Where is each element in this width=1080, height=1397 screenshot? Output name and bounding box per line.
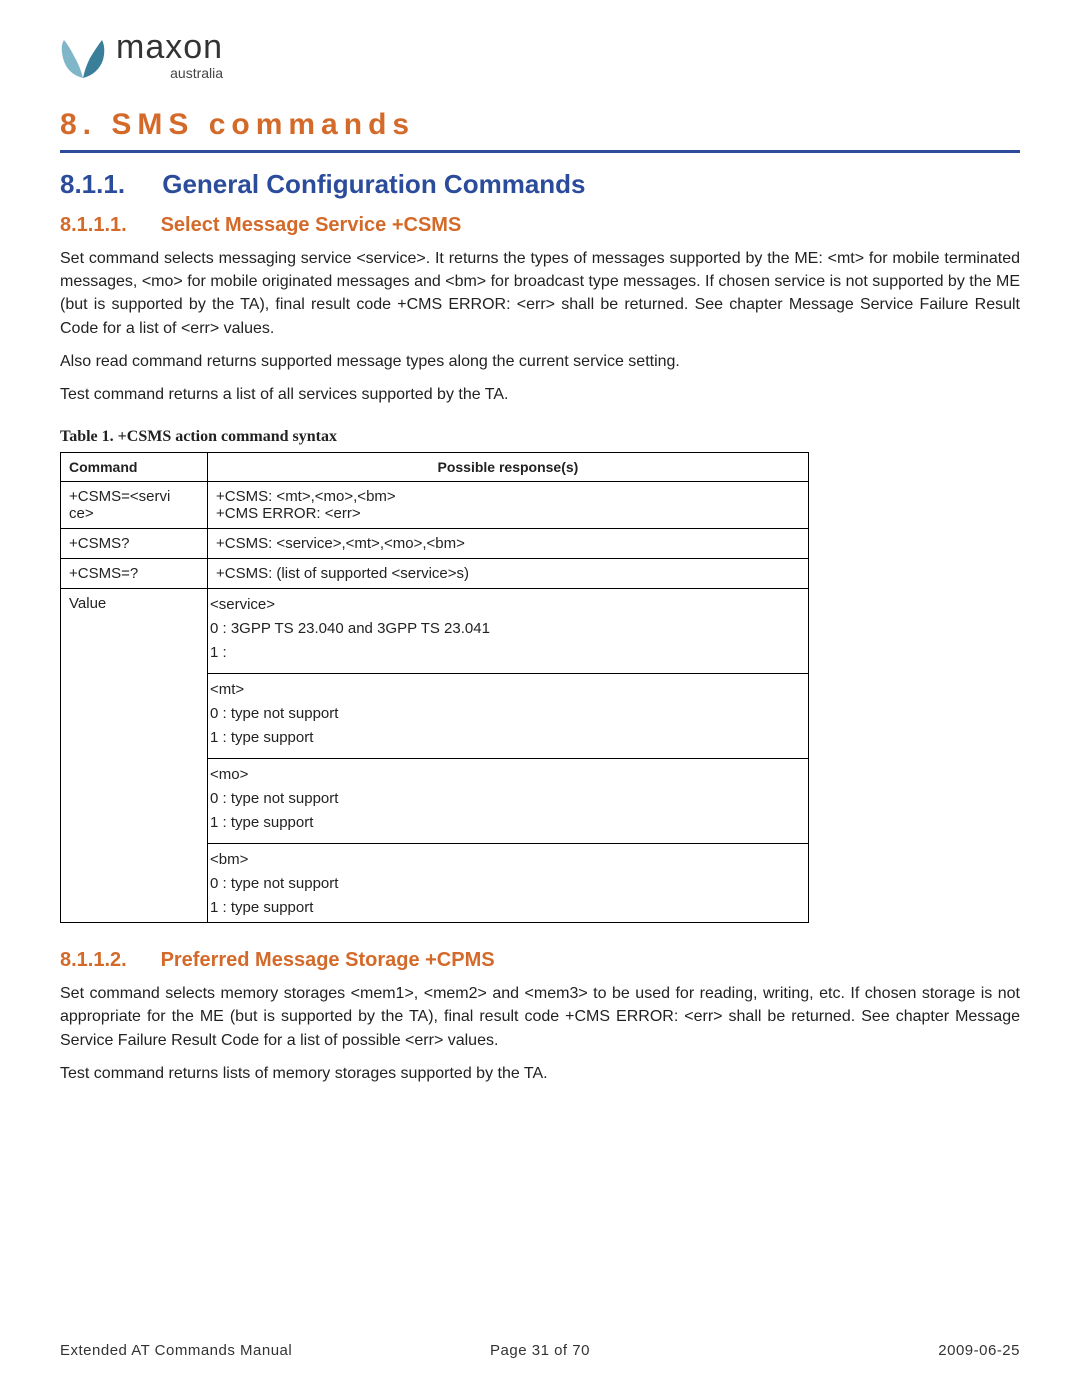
h3a-text: Select Message Service +CSMS: [161, 214, 462, 236]
cell-command: Value: [61, 589, 208, 923]
h3b-number: 8.1.1.2.: [60, 949, 155, 972]
footer-center: Page 31 of 70: [60, 1342, 1020, 1359]
h2-number: 8.1.1.: [60, 169, 155, 200]
cell-command: +CSMS=<servi ce>: [61, 482, 208, 529]
heading-rule: [60, 150, 1020, 153]
subsubsection-heading: 8.1.1.2. Preferred Message Storage +CPMS: [60, 949, 1020, 972]
logo-brand: maxon: [116, 30, 223, 64]
maxon-logo-icon: [60, 38, 106, 80]
cell-command: +CSMS=?: [61, 559, 208, 589]
table-row: +CSMS=? +CSMS: (list of supported <servi…: [61, 559, 809, 589]
table-caption: Table 1. +CSMS action command syntax: [60, 428, 1020, 446]
table-row: +CSMS=<servi ce> +CSMS: <mt>,<mo>,<bm> +…: [61, 482, 809, 529]
cell-command: +CSMS?: [61, 529, 208, 559]
h3b-text: Preferred Message Storage +CPMS: [161, 949, 495, 971]
value-group-service: <service> 0 : 3GPP TS 23.040 and 3GPP TS…: [208, 589, 808, 674]
paragraph: Test command returns lists of memory sto…: [60, 1062, 1020, 1085]
value-group-bm: <bm> 0 : type not support 1 : type suppo…: [208, 844, 808, 922]
paragraph: Set command selects messaging service <s…: [60, 247, 1020, 340]
csms-syntax-table: Command Possible response(s) +CSMS=<serv…: [60, 452, 809, 923]
cell-response: +CSMS: <mt>,<mo>,<bm> +CMS ERROR: <err>: [208, 482, 809, 529]
table-row: Value <service> 0 : 3GPP TS 23.040 and 3…: [61, 589, 809, 923]
paragraph: Set command selects memory storages <mem…: [60, 982, 1020, 1052]
table-row: +CSMS? +CSMS: <service>,<mt>,<mo>,<bm>: [61, 529, 809, 559]
value-group-mt: <mt> 0 : type not support 1 : type suppo…: [208, 674, 808, 759]
subsection-heading: 8.1.1. General Configuration Commands: [60, 169, 1020, 200]
paragraph: Test command returns a list of all servi…: [60, 383, 1020, 406]
cell-response: <service> 0 : 3GPP TS 23.040 and 3GPP TS…: [208, 589, 809, 923]
value-group-mo: <mo> 0 : type not support 1 : type suppo…: [208, 759, 808, 844]
logo-sub: australia: [116, 66, 223, 80]
th-response: Possible response(s): [208, 453, 809, 482]
cell-response: +CSMS: (list of supported <service>s): [208, 559, 809, 589]
paragraph: Also read command returns supported mess…: [60, 350, 1020, 373]
logo: maxon australia: [60, 30, 1020, 80]
table-header-row: Command Possible response(s): [61, 453, 809, 482]
cell-response: +CSMS: <service>,<mt>,<mo>,<bm>: [208, 529, 809, 559]
section-heading: 8. SMS commands: [60, 108, 1020, 146]
subsubsection-heading: 8.1.1.1. Select Message Service +CSMS: [60, 214, 1020, 237]
th-command: Command: [61, 453, 208, 482]
h3a-number: 8.1.1.1.: [60, 214, 155, 237]
page-footer: Extended AT Commands Manual Page 31 of 7…: [60, 1342, 1020, 1359]
h2-text: General Configuration Commands: [162, 169, 585, 199]
